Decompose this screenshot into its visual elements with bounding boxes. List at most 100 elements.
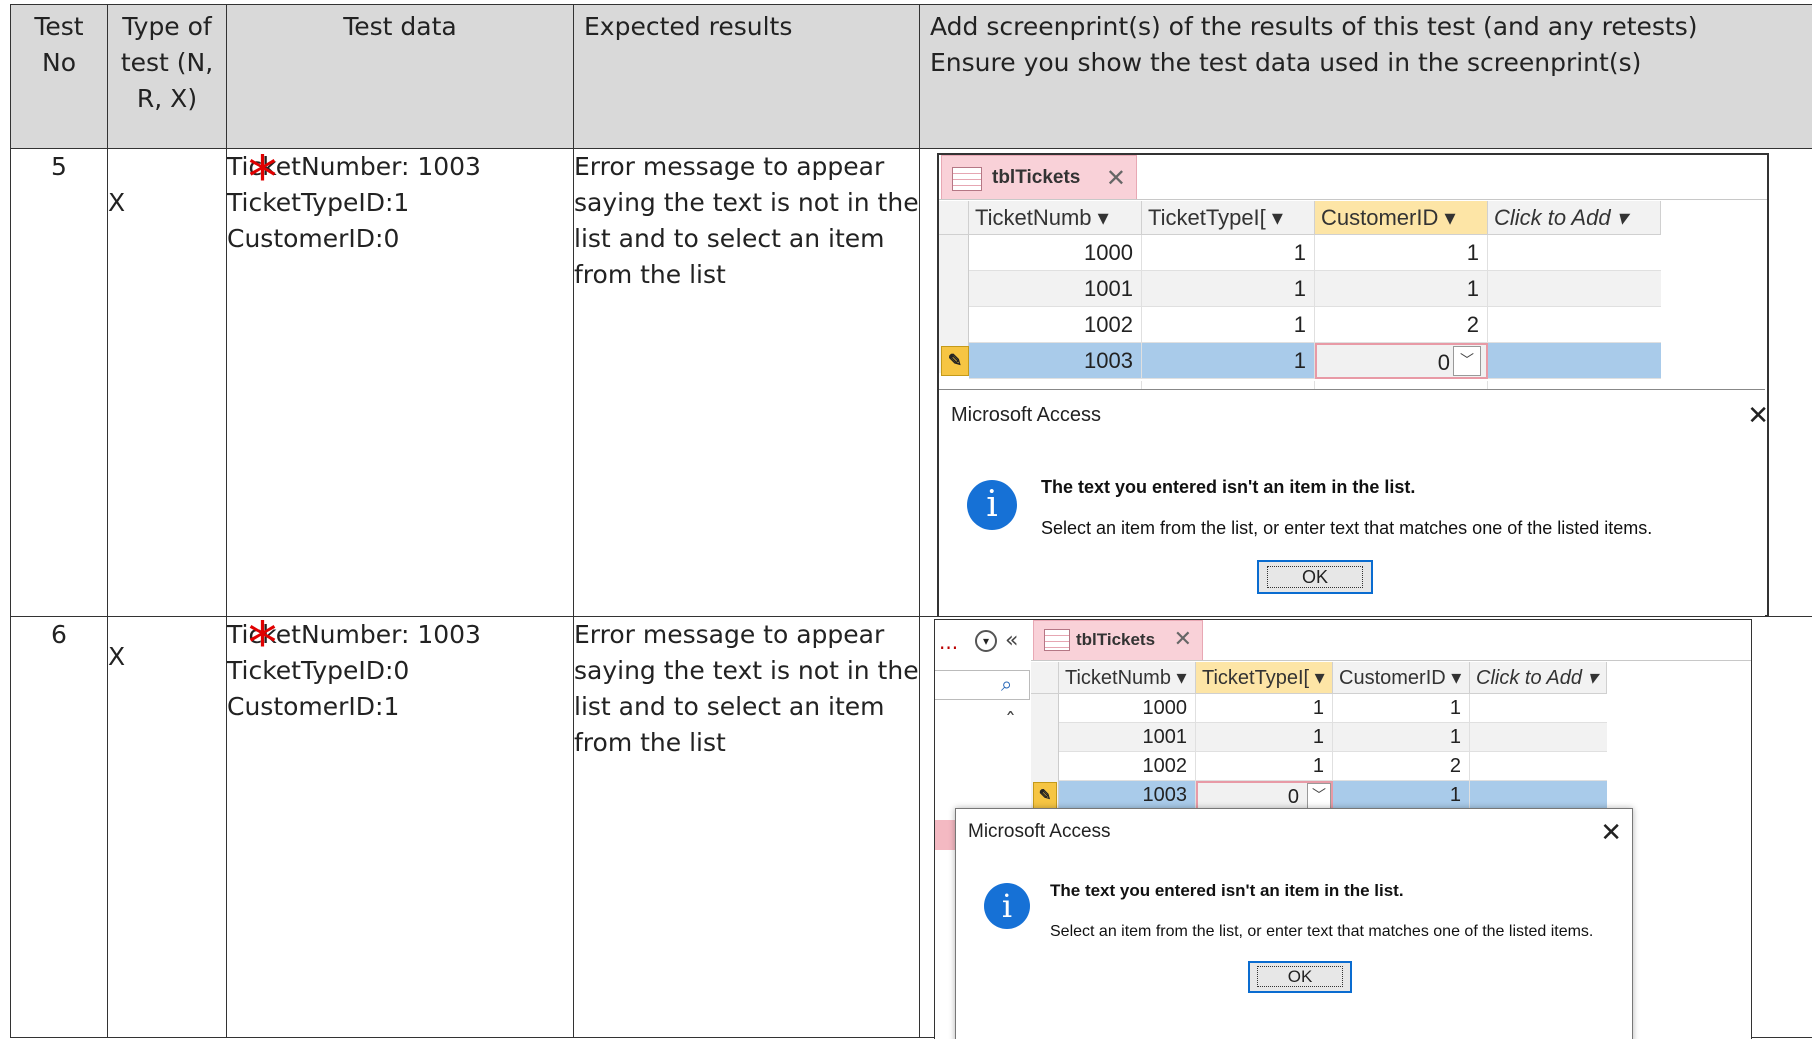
cell[interactable]: 1 [1333,694,1470,723]
header-row: Test No Type of test (N, R, X) Test data… [11,5,1812,149]
dialog-message: Select an item from the list, or enter t… [1041,518,1652,539]
chevron-down-icon[interactable]: ▾ [975,630,997,652]
datasheet-row-selected[interactable]: 1003 1 0 ﹀ [969,343,1661,379]
select-all-corner[interactable] [1031,662,1059,694]
ok-button-label: OK [1267,566,1363,588]
datasheet-row[interactable]: 1001 1 1 [969,271,1661,307]
cell[interactable]: 1 [1142,307,1315,343]
close-icon[interactable]: ✕ [1600,817,1622,848]
pencil-icon: ✎ [941,346,969,376]
header-test-no: Test No [11,5,108,149]
cell[interactable]: 1002 [969,307,1142,343]
dialog-title: Microsoft Access [968,821,1111,843]
datasheet-grid: TicketNumb ▾ TicketTypeI[ ▾ CustomerID ▾… [939,201,1767,373]
cell[interactable]: 1000 [969,235,1142,271]
screenshot-2: ... ▾ « ⌕ ˆ tblTickets ✕ [920,617,1812,1037]
ok-button-label: OK [1257,966,1344,987]
column-header[interactable]: TicketTypeI[ ▾ [1196,662,1333,694]
header-screenprint-line2: Ensure you show the test data used in th… [930,45,1802,81]
ok-button[interactable]: OK [1248,961,1352,993]
cell[interactable]: 1001 [1059,723,1196,752]
chevron-down-icon[interactable]: ﹀ [1453,346,1481,376]
cell: 2 [1142,381,1315,389]
cell[interactable]: 2 [1315,307,1488,343]
dialog-title: Microsoft Access [951,404,1101,427]
expand-up-icon[interactable]: ˆ [1005,710,1016,735]
table-icon [1044,629,1070,651]
cell[interactable]: 1 [1196,752,1333,781]
chevron-down-icon[interactable]: ﹀ [1307,783,1331,809]
tab-tbltickets[interactable]: tblTickets ✕ [941,155,1137,199]
cell[interactable]: 1 [1315,271,1488,307]
datasheet-row-selected[interactable]: 1003 0 1 ﹀ [1059,781,1607,810]
cell[interactable]: 1002 [1059,752,1196,781]
red-asterisk-icon: * [248,157,277,197]
dialog-message-bold: The text you entered isn't an item in th… [1050,881,1404,901]
column-header[interactable]: Click to Add ▾ [1470,662,1607,694]
header-screenprint-line1: Add screenprint(s) of the results of thi… [930,9,1802,45]
nav-more-icon[interactable]: ... [939,630,958,654]
cell[interactable]: 1 [1142,271,1315,307]
cell[interactable]: 1 [1196,723,1333,752]
select-all-corner[interactable] [939,201,969,235]
type-cell: X * [108,617,227,1038]
close-icon[interactable]: ✕ [1106,164,1126,193]
tab-tbltickets[interactable]: tblTickets ✕ [1033,620,1203,660]
ok-button[interactable]: OK [1257,560,1373,594]
test-no-cell: 5 [11,149,108,617]
cell[interactable]: 1003 [1059,781,1196,810]
cell[interactable]: 1 [1333,723,1470,752]
cell[interactable]: 1 [1196,694,1333,723]
datasheet-row[interactable]: 1000 1 1 [1059,694,1607,723]
datasheet-row-partial: 1004 2 3 [969,381,1661,389]
collapse-icon[interactable]: « [1005,628,1018,653]
table-row: 6 X * TicketNumber: 1003 TicketTypeID:0 … [11,617,1812,1038]
screenprint-cell: tblTickets ✕ TicketNumb ▾ TicketTypeI[ ▾… [920,149,1812,617]
search-icon[interactable]: ⌕ [1001,672,1012,696]
close-icon[interactable]: ✕ [1747,400,1769,431]
datasheet-grid: TicketNumb ▾ TicketTypeI[ ▾ CustomerID ▾… [1031,662,1751,812]
column-header[interactable]: TicketTypeI[ ▾ [1142,201,1315,235]
column-header[interactable]: TicketNumb ▾ [969,201,1142,235]
column-header[interactable]: CustomerID ▾ [1315,201,1488,235]
cell: 3 [1315,381,1488,389]
pencil-icon: ✎ [1033,782,1057,809]
header-expected-results: Expected results [574,5,920,149]
dialog-message: Select an item from the list, or enter t… [1050,923,1593,941]
datasheet-row[interactable]: 1002 1 2 [969,307,1661,343]
type-value: X [108,185,226,221]
datasheet-row[interactable]: 1002 1 2 [1059,752,1607,781]
header-type-of-test: Type of test (N, R, X) [108,5,227,149]
cell[interactable]: 1001 [969,271,1142,307]
search-input[interactable] [935,670,1030,700]
tab-label: tblTickets [1076,630,1155,650]
dialog-message-bold: The text you entered isn't an item in th… [1041,477,1415,498]
tab-label: tblTickets [992,167,1080,189]
error-dialog: Microsoft Access ✕ i The text you entere… [939,389,1765,616]
cell[interactable]: 1 [1315,235,1488,271]
test-data-cell: TicketNumber: 1003 TicketTypeID:1 Custom… [227,149,574,617]
cell[interactable]: 1 [1333,781,1470,810]
test-data-line: TicketNumber: 1003 [227,617,573,653]
cell[interactable]: 1000 [1059,694,1196,723]
cell[interactable]: 1 [1142,343,1315,379]
table-icon [952,167,982,191]
test-no-cell: 6 [11,617,108,1038]
expected-cell: Error message to appear saying the text … [574,617,920,1038]
cell[interactable]: 1003 [969,343,1142,379]
header-screenprint: Add screenprint(s) of the results of thi… [920,5,1812,149]
datasheet-row[interactable]: 1000 1 1 [969,235,1661,271]
column-header[interactable]: Click to Add ▾ [1488,201,1661,235]
column-header[interactable]: TicketNumb ▾ [1059,662,1196,694]
datasheet-row[interactable]: 1001 1 1 [1059,723,1607,752]
cell[interactable]: 2 [1333,752,1470,781]
red-asterisk-icon: * [248,623,277,663]
test-data-line: TicketTypeID:0 [227,653,573,689]
test-data-line: CustomerID:0 [227,221,573,257]
test-data-line: TicketNumber: 1003 [227,149,573,185]
info-icon: i [984,883,1030,929]
cell[interactable]: 1 [1142,235,1315,271]
access-window: tblTickets ✕ TicketNumb ▾ TicketTypeI[ ▾… [937,153,1769,617]
close-icon[interactable]: ✕ [1174,626,1192,652]
column-header[interactable]: CustomerID ▾ [1333,662,1470,694]
